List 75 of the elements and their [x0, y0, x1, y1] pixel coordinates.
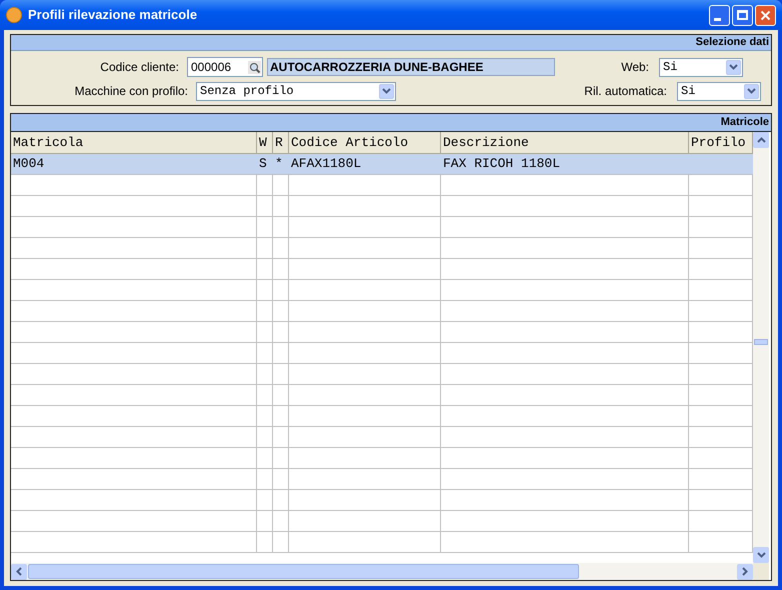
- empty-cell: [273, 280, 289, 301]
- empty-cell: [257, 532, 273, 553]
- scroll-thumb[interactable]: [28, 564, 579, 579]
- empty-cell: [257, 322, 273, 343]
- vertical-scrollbar[interactable]: [753, 132, 769, 563]
- empty-cell: [273, 343, 289, 364]
- panel-title: Matricole: [720, 115, 769, 130]
- empty-cell: [273, 175, 289, 196]
- empty-cell: [273, 511, 289, 532]
- minimize-button[interactable]: [709, 4, 730, 26]
- table-cell: FAX RICOH 1180L: [441, 154, 689, 175]
- empty-cell: [273, 196, 289, 217]
- web-dropdown[interactable]: Si: [659, 58, 743, 76]
- empty-cell: [257, 343, 273, 364]
- empty-cell: [257, 469, 273, 490]
- empty-cell: [273, 406, 289, 427]
- scroll-left-button[interactable]: [11, 564, 27, 580]
- close-icon[interactable]: [760, 10, 771, 20]
- empty-cell: [273, 259, 289, 280]
- profile-dropdown[interactable]: Senza profilo: [196, 82, 396, 100]
- table-cell: AFAX1180L: [289, 154, 441, 175]
- empty-cell: [273, 322, 289, 343]
- customer-code-field[interactable]: 000006: [187, 57, 263, 77]
- scroll-down-button[interactable]: [753, 547, 769, 563]
- app-icon: [6, 7, 22, 23]
- empty-cell: [257, 280, 273, 301]
- empty-cell: [257, 490, 273, 511]
- empty-cell: [273, 238, 289, 259]
- empty-cell: [273, 217, 289, 238]
- field-label: Ril. automatica:: [583, 83, 668, 100]
- empty-cell: [273, 490, 289, 511]
- column-header[interactable]: Codice Articolo: [289, 132, 441, 154]
- empty-cell: [273, 301, 289, 322]
- empty-cell: [273, 427, 289, 448]
- empty-cell: [257, 196, 273, 217]
- empty-cell: [257, 301, 273, 322]
- empty-cell: [257, 406, 273, 427]
- column-header[interactable]: Descrizione: [441, 132, 689, 154]
- field-label: Codice cliente:: [99, 59, 180, 76]
- column-header[interactable]: Matricola: [11, 132, 257, 154]
- empty-cell: [257, 511, 273, 532]
- table-cell: *: [273, 154, 289, 175]
- empty-cell: [257, 427, 273, 448]
- column-header[interactable]: W: [257, 132, 273, 154]
- customer-name-field: AUTOCARROZZERIA DUNE-BAGHEE: [267, 58, 555, 76]
- scroll-up-button[interactable]: [753, 132, 769, 148]
- panel-title: Selezione dati: [696, 35, 769, 50]
- empty-cell: [257, 385, 273, 406]
- horizontal-scrollbar[interactable]: [11, 563, 753, 580]
- scroll-right-button[interactable]: [737, 564, 753, 580]
- empty-cell: [257, 259, 273, 280]
- empty-cell: [257, 175, 273, 196]
- field-label: Macchine con profilo:: [74, 83, 189, 100]
- scrollbar-corner: [753, 563, 769, 580]
- empty-cell: [273, 385, 289, 406]
- empty-cell: [273, 448, 289, 469]
- empty-cell: [273, 469, 289, 490]
- empty-cell: [257, 217, 273, 238]
- empty-cell: [273, 532, 289, 553]
- scroll-thumb[interactable]: [754, 339, 768, 345]
- search-icon[interactable]: [248, 60, 261, 74]
- auto-detection-dropdown[interactable]: Si: [677, 82, 761, 100]
- column-header[interactable]: R: [273, 132, 289, 154]
- table-cell: S: [257, 154, 273, 175]
- column-header[interactable]: Profilo: [689, 132, 753, 154]
- table-cell: M004: [11, 154, 257, 175]
- field-label: Web:: [620, 59, 650, 76]
- close-button[interactable]: [755, 4, 776, 26]
- empty-cell: [257, 448, 273, 469]
- empty-cell: [257, 364, 273, 385]
- table-row[interactable]: M004 S * AFAX1180L FAX RICOH 1180L: [11, 154, 753, 175]
- empty-cell: [257, 238, 273, 259]
- empty-cell: [273, 364, 289, 385]
- maximize-button[interactable]: [732, 4, 753, 26]
- window-title: Profili rilevazione matricole: [28, 6, 198, 24]
